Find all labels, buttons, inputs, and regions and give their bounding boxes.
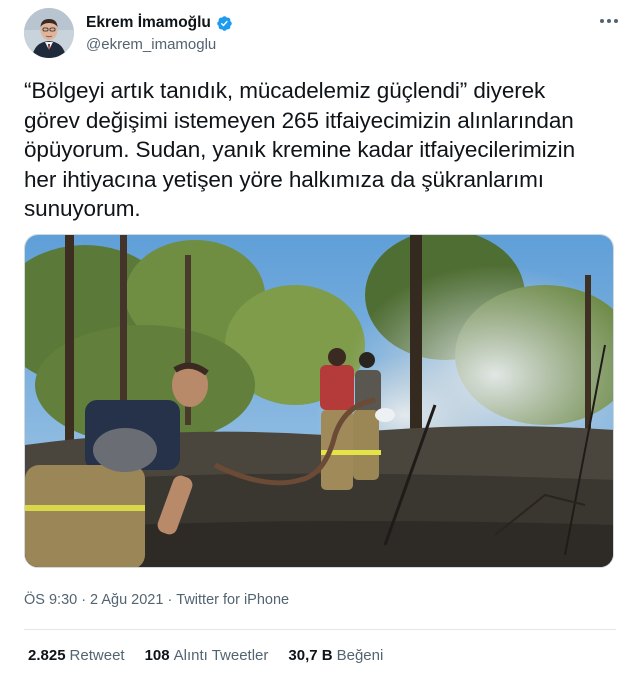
tweet-text: “Bölgeyi artık tanıdık, mücadelemiz güçl…: [24, 76, 620, 224]
verified-badge-icon: [216, 15, 233, 32]
tweet-text-line: öpüyorum. Sudan, yanık kremine kadar itf…: [24, 137, 575, 162]
tweet-meta: ÖS 9:30 · 2 Ağu 2021 · Twitter for iPhon…: [24, 592, 289, 608]
author-names: Ekrem İmamoğlu @ekrem_imamoglu: [86, 13, 233, 53]
author-handle[interactable]: @ekrem_imamoglu: [86, 36, 233, 53]
tweet-date[interactable]: 2 Ağu 2021: [90, 592, 163, 608]
display-name[interactable]: Ekrem İmamoğlu: [86, 14, 211, 32]
quotes-stat[interactable]: 108 Alıntı Tweetler: [145, 647, 269, 664]
quotes-label: Alıntı Tweetler: [173, 647, 269, 664]
tweet-text-line: görev değişimi istemeyen 265 itfaiyecimi…: [24, 107, 574, 133]
tweet-stats: 2.825 Retweet 108 Alıntı Tweetler 30,7 B…: [28, 647, 383, 664]
meta-separator: ·: [167, 592, 173, 608]
likes-stat[interactable]: 30,7 B Beğeni: [288, 647, 383, 664]
meta-separator: ·: [81, 592, 87, 608]
tweet-text-line: “Bölgeyi artık tanıdık, mücadelemiz güçl…: [24, 78, 546, 103]
retweets-label: Retweet: [69, 647, 125, 664]
tweet-text-line: sunuyorum.: [24, 196, 141, 221]
more-options-icon[interactable]: [598, 14, 620, 28]
retweets-count: 2.825: [28, 647, 66, 664]
retweets-stat[interactable]: 2.825 Retweet: [28, 647, 125, 664]
display-name-row: Ekrem İmamoğlu: [86, 13, 233, 33]
quotes-count: 108: [144, 647, 170, 664]
tweet-photo[interactable]: [24, 234, 614, 568]
divider: [24, 629, 616, 630]
tweet-text-line: her ihtiyacına yetişen yöre halkımıza da…: [24, 166, 544, 192]
avatar[interactable]: [24, 8, 74, 58]
tweet-time[interactable]: ÖS 9:30: [24, 592, 77, 608]
tweet-source[interactable]: Twitter for iPhone: [176, 592, 289, 608]
tweet-header: Ekrem İmamoğlu @ekrem_imamoglu: [24, 8, 624, 58]
tweet-card: Ekrem İmamoğlu @ekrem_imamoglu “Bölgeyi …: [0, 0, 640, 679]
likes-count: 30,7 B: [288, 647, 333, 664]
likes-label: Beğeni: [336, 647, 384, 664]
